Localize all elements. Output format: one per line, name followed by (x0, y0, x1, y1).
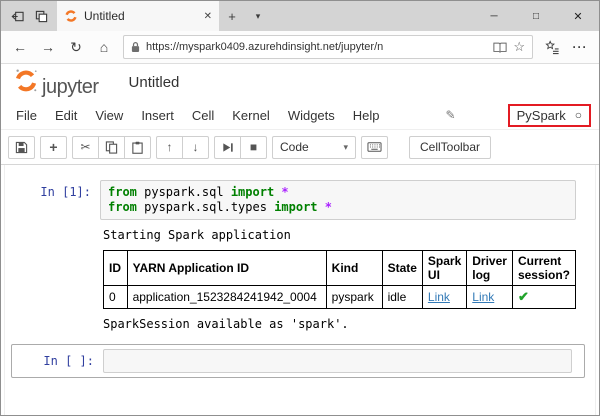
copy-cell-button[interactable] (98, 136, 125, 159)
cell-output: Starting Spark application ID YARN Appli… (101, 228, 576, 332)
home-button[interactable]: ⌂ (91, 34, 117, 60)
spark-ui-link[interactable]: Link (428, 290, 450, 304)
table-header-row: ID YARN Application ID Kind State Spark … (104, 251, 576, 286)
tabs-preview-icon[interactable] (29, 1, 53, 31)
input-prompt: In [1]: (5, 180, 100, 199)
jupyter-favicon (64, 9, 78, 23)
notebook-title[interactable]: Untitled (129, 74, 180, 91)
maximize-button[interactable]: □ (515, 1, 557, 31)
move-cell-up-button[interactable]: ↑ (156, 136, 183, 159)
notebook-toolbar: + ✂ ↑ ↓ ■ Code ▾ (1, 130, 599, 165)
move-cell-down-button[interactable]: ↓ (182, 136, 209, 159)
col-header-kind: Kind (326, 251, 382, 286)
jupyter-logo-icon (13, 67, 39, 98)
spark-session-table: ID YARN Application ID Kind State Spark … (103, 250, 576, 309)
new-tab-button[interactable]: + (219, 1, 245, 31)
menu-kernel[interactable]: Kernel (223, 108, 279, 123)
browser-window: Untitled ✕ + ▾ ─ □ ✕ ← → ↻ ⌂ https://mys… (0, 0, 600, 416)
code-cell-2-selected[interactable]: In [ ]: (11, 344, 585, 378)
notebook-menubar: File Edit View Insert Cell Kernel Widget… (1, 101, 599, 130)
col-header-driver-log: Driver log (467, 251, 513, 286)
menu-file[interactable]: File (7, 108, 46, 123)
browser-tab[interactable]: Untitled ✕ (57, 1, 219, 31)
notebook-content: In [1]: from pyspark.sql import * from p… (4, 165, 596, 415)
paste-cell-button[interactable] (124, 136, 151, 159)
reading-view-icon[interactable] (493, 42, 507, 53)
menu-cell[interactable]: Cell (183, 108, 223, 123)
code-line: from pyspark.sql.types import * (108, 200, 568, 215)
back-button[interactable]: ← (7, 34, 33, 60)
menu-help[interactable]: Help (344, 108, 389, 123)
output-status-text: Starting Spark application (101, 228, 576, 243)
col-header-state: State (382, 251, 422, 286)
code-input[interactable]: from pyspark.sql import * from pyspark.s… (100, 180, 576, 220)
forward-button[interactable]: → (35, 34, 61, 60)
cell-driver-log: Link (467, 286, 513, 309)
menu-insert[interactable]: Insert (132, 108, 183, 123)
cell-state: idle (382, 286, 422, 309)
jupyter-header: jupyter Untitled (1, 64, 599, 101)
run-cell-button[interactable] (214, 136, 241, 159)
cell-id: 0 (104, 286, 128, 309)
kernel-indicator-highlight[interactable]: PySpark ○ (508, 104, 591, 127)
command-palette-keyboard-button[interactable] (361, 136, 388, 159)
address-bar[interactable]: https://myspark0409.azurehdinsight.net/j… (123, 35, 533, 59)
tab-title: Untitled (84, 9, 198, 23)
kernel-name: PySpark (517, 108, 566, 123)
table-row: 0 application_1523284241942_0004 pyspark… (104, 286, 576, 309)
lock-icon (131, 41, 140, 53)
empty-code-input[interactable] (103, 349, 572, 373)
interrupt-kernel-button[interactable]: ■ (240, 136, 267, 159)
tab-close-icon[interactable]: ✕ (204, 11, 212, 22)
refresh-button[interactable]: ↻ (63, 34, 89, 60)
jupyter-wordmark: jupyter (42, 76, 99, 98)
menubar-right: ✎ PySpark ○ (446, 104, 593, 127)
cell-spark-ui: Link (422, 286, 466, 309)
col-header-yarn-app-id: YARN Application ID (127, 251, 326, 286)
code-line: from pyspark.sql import * (108, 185, 568, 200)
close-button[interactable]: ✕ (557, 1, 599, 31)
cell-type-select[interactable]: Code ▾ (272, 136, 356, 159)
more-options-icon[interactable]: ··· (567, 34, 593, 60)
cell-app-id: application_1523284241942_0004 (127, 286, 326, 309)
kernel-idle-icon: ○ (575, 108, 582, 122)
cell-type-value: Code (280, 140, 309, 154)
cut-cell-button[interactable]: ✂ (72, 136, 99, 159)
save-button[interactable] (8, 136, 35, 159)
menu-view[interactable]: View (86, 108, 132, 123)
cell-kind: pyspark (326, 286, 382, 309)
jupyter-logo[interactable]: jupyter (13, 67, 99, 98)
code-cell-1[interactable]: In [1]: from pyspark.sql import * from p… (5, 180, 595, 220)
menu-widgets[interactable]: Widgets (279, 108, 344, 123)
cell-toolbar-button[interactable]: CellToolbar (409, 136, 491, 159)
browser-titlebar: Untitled ✕ + ▾ ─ □ ✕ (1, 1, 599, 31)
hub-icon[interactable] (539, 34, 565, 60)
url-text[interactable]: https://myspark0409.azurehdinsight.net/j… (146, 41, 487, 53)
chevron-down-icon: ▾ (343, 142, 348, 153)
edit-mode-pencil-icon: ✎ (446, 108, 456, 122)
tab-actions-chevron-icon[interactable]: ▾ (245, 1, 271, 31)
col-header-id: ID (104, 251, 128, 286)
output-session-text: SparkSession available as 'spark'. (101, 317, 576, 332)
insert-cell-button[interactable]: + (40, 136, 67, 159)
menu-edit[interactable]: Edit (46, 108, 86, 123)
browser-navbar: ← → ↻ ⌂ https://myspark0409.azurehdinsig… (1, 31, 599, 64)
minimize-button[interactable]: ─ (473, 1, 515, 31)
driver-log-link[interactable]: Link (472, 290, 494, 304)
input-prompt: In [ ]: (15, 349, 103, 368)
session-check-icon: ✔ (512, 286, 575, 309)
window-controls: ─ □ ✕ (473, 1, 599, 31)
col-header-current-session: Current session? (512, 251, 575, 286)
col-header-spark-ui: Spark UI (422, 251, 466, 286)
set-tabs-aside-icon[interactable] (5, 1, 29, 31)
add-favorite-star-icon[interactable]: ☆ (513, 39, 525, 55)
